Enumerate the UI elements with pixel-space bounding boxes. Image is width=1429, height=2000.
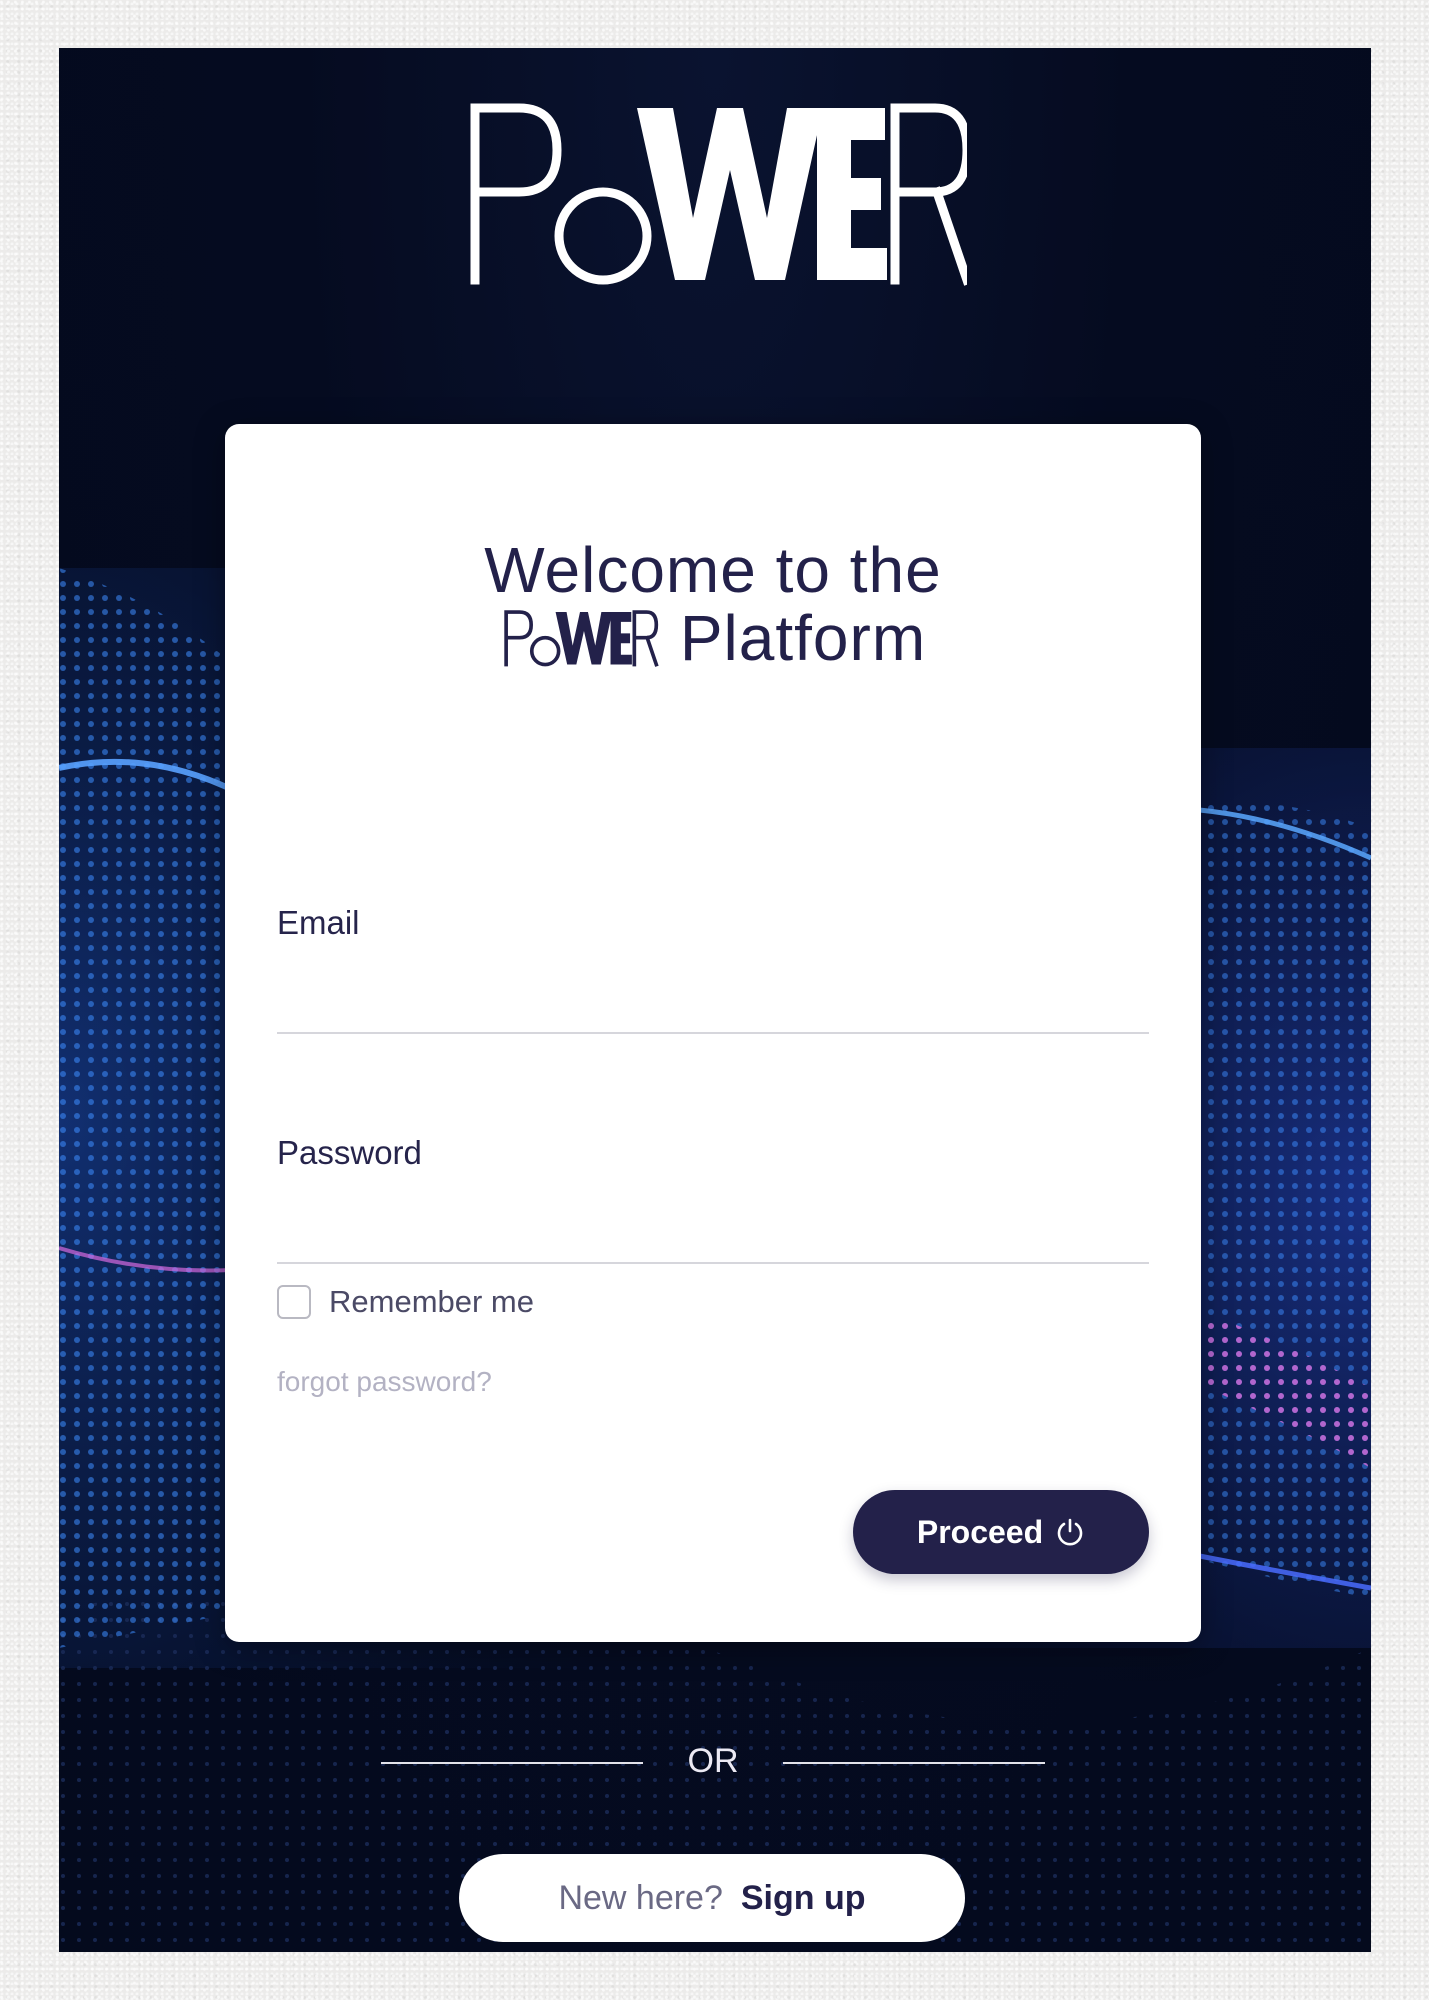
welcome-line-2: Platform bbox=[500, 604, 926, 672]
new-here-text: New here? bbox=[558, 1878, 723, 1917]
remember-me-checkbox[interactable] bbox=[277, 1285, 311, 1319]
remember-me-label[interactable]: Remember me bbox=[329, 1284, 534, 1320]
or-divider: OR bbox=[381, 1738, 1045, 1788]
welcome-line-1: Welcome to the bbox=[484, 534, 942, 606]
power-icon bbox=[1057, 1518, 1083, 1546]
sign-up-button[interactable]: New here? Sign up bbox=[459, 1854, 965, 1942]
login-card: Welcome to the Platform Email Password R… bbox=[225, 424, 1201, 1642]
remember-me-row[interactable]: Remember me bbox=[277, 1284, 534, 1320]
power-logo bbox=[470, 103, 967, 286]
forgot-password-link[interactable]: forgot password? bbox=[277, 1366, 492, 1398]
sign-up-link[interactable]: Sign up bbox=[741, 1879, 866, 1918]
password-label: Password bbox=[277, 1134, 422, 1171]
welcome-platform-text: Platform bbox=[679, 602, 927, 674]
divider-line-right bbox=[783, 1762, 1045, 1764]
password-field[interactable] bbox=[277, 1194, 1149, 1264]
welcome-heading: Welcome to the Platform bbox=[225, 536, 1201, 672]
proceed-button[interactable]: Proceed bbox=[853, 1490, 1149, 1574]
login-page-background: Welcome to the Platform Email Password R… bbox=[59, 48, 1371, 1952]
power-mini-logo bbox=[504, 610, 659, 667]
email-field[interactable] bbox=[277, 964, 1149, 1034]
proceed-button-label: Proceed bbox=[916, 1513, 1044, 1550]
email-label: Email bbox=[277, 904, 360, 941]
